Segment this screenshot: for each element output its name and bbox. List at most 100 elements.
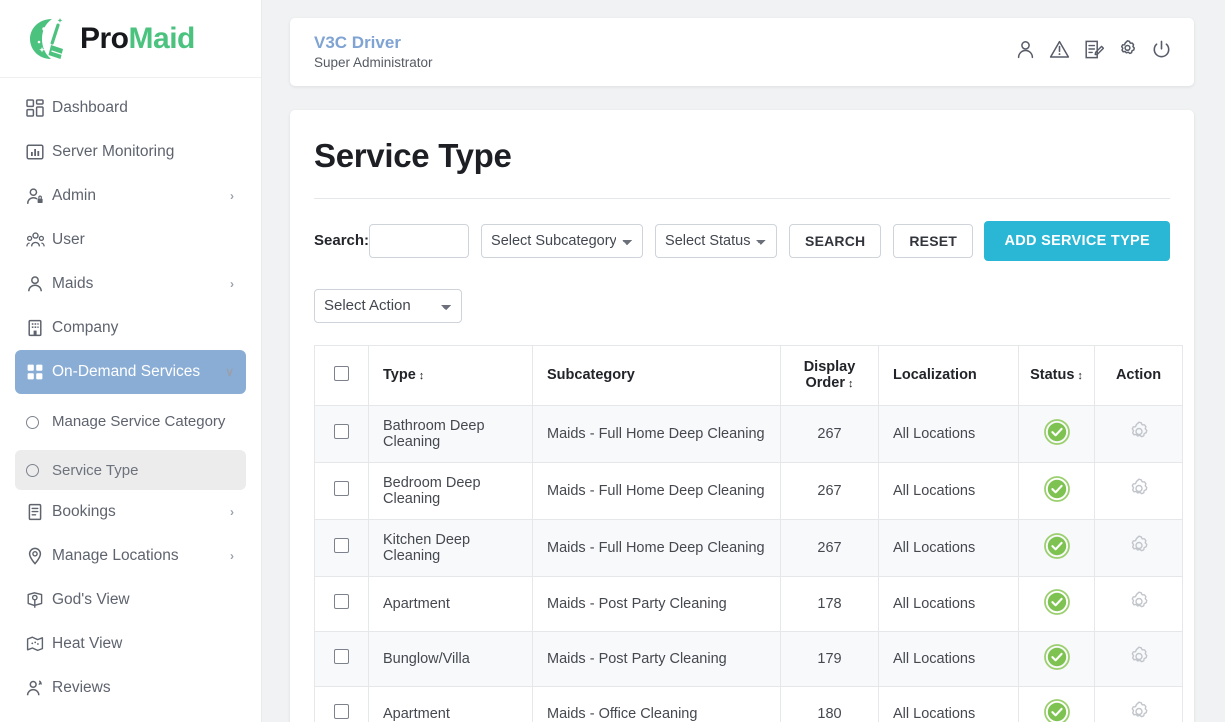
subcategory-select[interactable]: Select Subcategory bbox=[481, 223, 644, 258]
gear-icon[interactable] bbox=[1127, 590, 1151, 614]
main-content: V3C Driver Super Administrator Service T… bbox=[262, 0, 1225, 722]
cell-display-order: 179 bbox=[780, 630, 879, 687]
gear-icon[interactable] bbox=[1127, 420, 1151, 444]
cell-subcategory: Maids - Post Party Cleaning bbox=[532, 630, 781, 687]
sidebar-nav: Dashboard Server Monitoring Admin › User bbox=[0, 78, 261, 710]
list-document-icon bbox=[26, 503, 52, 521]
sort-icon: ↕ bbox=[1077, 370, 1083, 383]
row-checkbox[interactable] bbox=[334, 538, 349, 554]
sidebar-item-on-demand-services[interactable]: On-Demand Services ∨ bbox=[15, 350, 246, 394]
app-logo[interactable]: ProMaid bbox=[0, 0, 261, 78]
sidebar-item-heat-view[interactable]: Heat View bbox=[15, 622, 246, 666]
cell-subcategory: Maids - Full Home Deep Cleaning bbox=[532, 404, 781, 463]
sidebar-item-user[interactable]: User bbox=[15, 218, 246, 262]
sidebar-item-reviews[interactable]: Reviews bbox=[15, 666, 246, 710]
column-header-action: Action bbox=[1094, 344, 1183, 406]
profile-icon[interactable] bbox=[1015, 39, 1036, 65]
column-header-subcategory: Subcategory bbox=[532, 344, 781, 406]
chevron-right-icon: › bbox=[230, 505, 234, 519]
map-heat-icon bbox=[26, 635, 52, 653]
cell-status bbox=[1018, 518, 1095, 577]
search-button[interactable]: SEARCH bbox=[789, 223, 882, 258]
grid-dashboard-icon bbox=[26, 99, 52, 117]
row-checkbox[interactable] bbox=[334, 649, 349, 665]
sidebar-item-label: Admin bbox=[52, 187, 96, 204]
sidebar-item-admin[interactable]: Admin › bbox=[15, 174, 246, 218]
sidebar-item-server-monitoring[interactable]: Server Monitoring bbox=[15, 130, 246, 174]
cell-action bbox=[1094, 630, 1183, 687]
reset-button[interactable]: RESET bbox=[893, 223, 974, 258]
cell-action bbox=[1094, 404, 1183, 463]
column-label: Subcategory bbox=[547, 367, 635, 384]
power-logout-icon[interactable] bbox=[1151, 39, 1172, 65]
sidebar-item-label: Service Type bbox=[52, 461, 139, 479]
select-all-checkbox[interactable] bbox=[334, 365, 349, 381]
sidebar-item-manage-service-category[interactable]: Manage Service Category bbox=[15, 394, 246, 450]
table-row: Bedroom Deep Cleaning Maids - Full Home D… bbox=[314, 461, 1183, 520]
sidebar-item-service-type[interactable]: Service Type bbox=[15, 450, 246, 490]
search-input[interactable] bbox=[369, 223, 470, 258]
sidebar-item-company[interactable]: Company bbox=[15, 306, 246, 350]
column-label: Localization bbox=[893, 367, 977, 384]
sidebar-item-label: Company bbox=[52, 319, 119, 336]
column-header-display-order[interactable]: Display Order ↕ bbox=[780, 344, 879, 406]
status-active-icon[interactable] bbox=[1043, 588, 1070, 615]
select-all-header bbox=[314, 344, 369, 406]
row-select-cell bbox=[314, 630, 369, 687]
gear-icon[interactable] bbox=[1127, 477, 1151, 501]
status-active-icon[interactable] bbox=[1043, 475, 1070, 502]
building-icon bbox=[26, 319, 52, 337]
column-header-status[interactable]: Status ↕ bbox=[1018, 344, 1095, 406]
sidebar-item-dashboard[interactable]: Dashboard bbox=[15, 86, 246, 130]
sidebar-item-label: Manage Service Category bbox=[52, 412, 226, 430]
cell-type: Bunglow/Villa bbox=[368, 630, 533, 687]
cell-display-order: 178 bbox=[780, 575, 879, 632]
edit-document-icon[interactable] bbox=[1083, 39, 1105, 65]
cell-status bbox=[1018, 404, 1095, 463]
column-header-type[interactable]: Type ↕ bbox=[368, 344, 533, 406]
row-checkbox[interactable] bbox=[334, 424, 349, 440]
chevron-right-icon: › bbox=[230, 189, 234, 203]
alert-triangle-icon[interactable] bbox=[1049, 39, 1070, 65]
cell-status bbox=[1018, 685, 1095, 722]
status-select[interactable]: Select Status bbox=[655, 223, 778, 258]
sidebar-item-maids[interactable]: Maids › bbox=[15, 262, 246, 306]
add-service-type-button[interactable]: ADD SERVICE TYPE bbox=[984, 220, 1170, 261]
table-row: Apartment Maids - Office Cleaning 180 All L… bbox=[314, 685, 1183, 722]
logo-wordmark: ProMaid bbox=[80, 23, 195, 54]
sidebar-item-label: God's View bbox=[52, 591, 130, 608]
status-active-icon[interactable] bbox=[1043, 698, 1070, 722]
broom-moon-logo-icon bbox=[22, 15, 74, 63]
status-active-icon[interactable] bbox=[1043, 532, 1070, 559]
cell-subcategory: Maids - Full Home Deep Cleaning bbox=[532, 461, 781, 520]
cell-display-order: 267 bbox=[780, 518, 879, 577]
sidebar-item-label: Manage Locations bbox=[52, 547, 179, 564]
cell-type: Apartment bbox=[368, 685, 533, 722]
person-icon bbox=[26, 275, 52, 293]
grid-apps-icon bbox=[26, 363, 52, 381]
gear-icon[interactable] bbox=[1127, 534, 1151, 558]
row-select-cell bbox=[314, 404, 369, 463]
cell-subcategory: Maids - Office Cleaning bbox=[532, 685, 781, 722]
sidebar-item-label: On-Demand Services bbox=[52, 363, 201, 380]
sidebar-item-bookings[interactable]: Bookings › bbox=[15, 490, 246, 534]
user-lock-icon bbox=[26, 187, 52, 205]
row-checkbox[interactable] bbox=[334, 594, 349, 610]
gear-icon[interactable] bbox=[1127, 645, 1151, 669]
row-checkbox[interactable] bbox=[334, 481, 349, 497]
status-active-icon[interactable] bbox=[1043, 643, 1070, 670]
table-row: Bunglow/Villa Maids - Post Party Cleaning… bbox=[314, 630, 1183, 687]
cell-action bbox=[1094, 461, 1183, 520]
row-checkbox[interactable] bbox=[334, 704, 349, 720]
gear-icon[interactable] bbox=[1127, 700, 1151, 722]
bulk-action-select[interactable]: Select Action bbox=[314, 288, 462, 323]
cell-status bbox=[1018, 461, 1095, 520]
page-title: Service Type bbox=[314, 136, 1170, 199]
gear-settings-icon[interactable] bbox=[1117, 39, 1138, 65]
map-pin-icon bbox=[26, 547, 52, 565]
user-identity: V3C Driver Super Administrator bbox=[314, 32, 1015, 72]
sidebar-item-manage-locations[interactable]: Manage Locations › bbox=[15, 534, 246, 578]
sidebar-item-gods-view[interactable]: God's View bbox=[15, 578, 246, 622]
sidebar-item-label: Maids bbox=[52, 275, 94, 292]
status-active-icon[interactable] bbox=[1043, 418, 1070, 445]
